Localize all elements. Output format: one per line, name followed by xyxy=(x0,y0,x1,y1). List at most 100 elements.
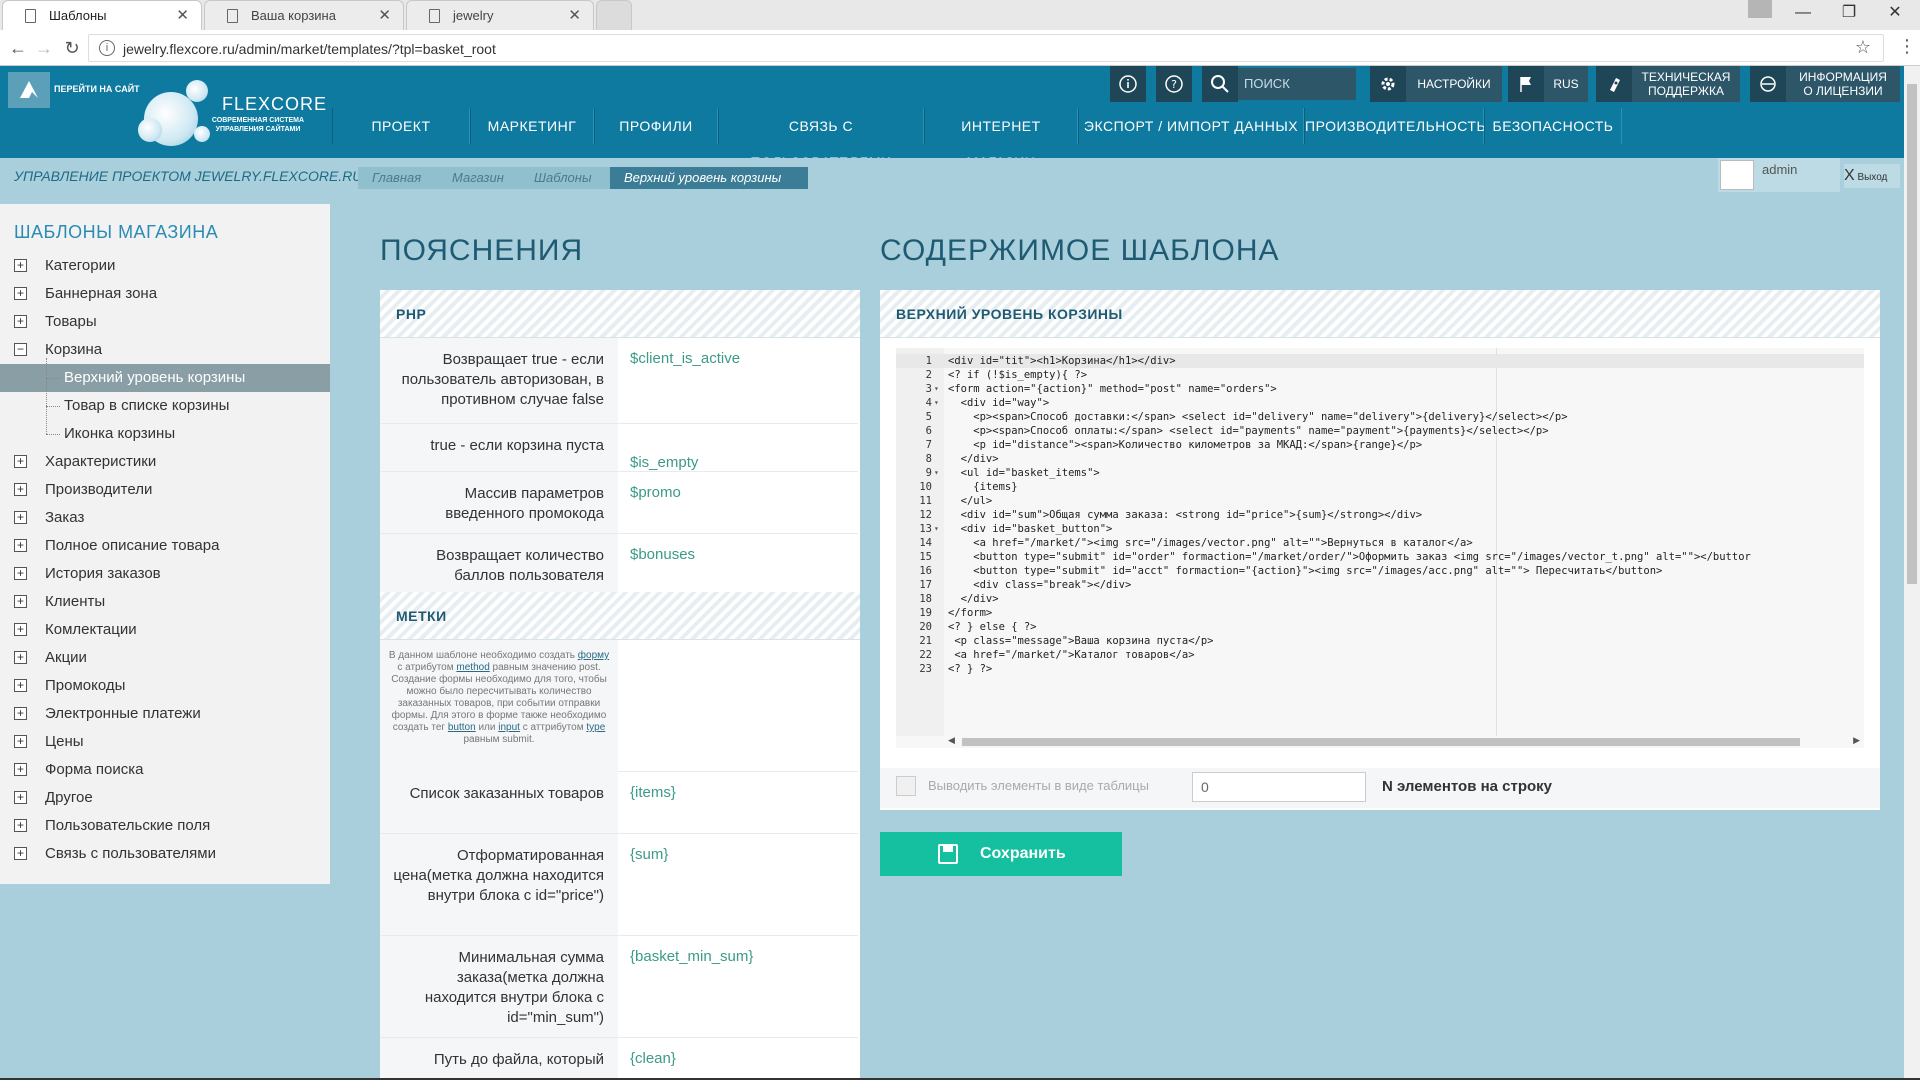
browser-tab-basket[interactable]: Ваша корзина ✕ xyxy=(204,0,404,30)
license-button[interactable]: ИНФОРМАЦИЯ О ЛИЦЕНЗИИ xyxy=(1786,66,1900,102)
fold-arrow-icon[interactable]: ▾ xyxy=(934,522,939,536)
scroll-right-icon[interactable]: ▶ xyxy=(1853,735,1860,746)
sidebar-item[interactable]: + Категории xyxy=(0,252,330,280)
language-button[interactable]: RUS xyxy=(1544,66,1588,102)
expand-icon[interactable]: + xyxy=(14,651,27,664)
table-view-checkbox[interactable] xyxy=(896,776,916,796)
expand-icon[interactable]: + xyxy=(14,847,27,860)
collapse-icon[interactable]: − xyxy=(14,343,27,356)
search-button[interactable] xyxy=(1202,66,1238,102)
logout-button[interactable]: X Выход xyxy=(1844,164,1900,188)
fold-arrow-icon[interactable]: ▾ xyxy=(934,396,939,410)
project-title[interactable]: УПРАВЛЕНИЕ ПРОЕКТОМ JEWELRY.FLEXCORE.RU xyxy=(14,168,362,184)
sidebar-item[interactable]: Верхний уровень корзины xyxy=(0,364,330,392)
sidebar-item[interactable]: + Баннерная зона xyxy=(0,280,330,308)
scrollbar-thumb[interactable] xyxy=(962,738,1800,746)
user-profile-icon[interactable] xyxy=(1748,0,1772,18)
expand-icon[interactable]: + xyxy=(14,315,27,328)
help-button[interactable]: ? xyxy=(1156,66,1192,102)
close-tab-icon[interactable]: ✕ xyxy=(568,1,581,31)
info-icon[interactable]: i xyxy=(99,40,115,56)
forward-icon[interactable]: → xyxy=(32,36,56,60)
expand-icon[interactable]: + xyxy=(14,679,27,692)
menu-item-profiles[interactable]: ПРОФИЛИ xyxy=(594,108,718,144)
license-icon-button[interactable] xyxy=(1750,66,1786,102)
expand-icon[interactable]: + xyxy=(14,791,27,804)
expand-icon[interactable]: + xyxy=(14,707,27,720)
settings-button[interactable]: НАСТРОЙКИ xyxy=(1406,66,1502,102)
browser-tab-jewelry[interactable]: jewelry ✕ xyxy=(406,0,594,30)
sidebar-item[interactable]: + Заказ xyxy=(0,504,330,532)
menu-item-security[interactable]: БЕЗОПАСНОСТЬ xyxy=(1484,108,1622,144)
browser-menu-icon[interactable]: ⋮ xyxy=(1898,36,1916,57)
support-button[interactable]: ТЕХНИЧЕСКАЯ ПОДДЕРЖКА xyxy=(1632,66,1740,102)
sidebar-item[interactable]: + Пользовательские поля xyxy=(0,812,330,840)
sidebar-item[interactable]: + Цены xyxy=(0,728,330,756)
save-button[interactable]: Сохранить xyxy=(880,832,1122,876)
breadcrumb-shop[interactable]: Магазин xyxy=(438,167,528,189)
close-window-icon[interactable]: ✕ xyxy=(1872,0,1918,28)
expand-icon[interactable]: + xyxy=(14,455,27,468)
sidebar-item[interactable]: + Характеристики xyxy=(0,448,330,476)
menu-item-marketing[interactable]: МАРКЕТИНГ xyxy=(470,108,594,144)
expand-icon[interactable]: + xyxy=(14,735,27,748)
language-flag-button[interactable] xyxy=(1508,66,1544,102)
menu-item-export-import[interactable]: ЭКСПОРТ / ИМПОРТ ДАННЫХ xyxy=(1078,108,1304,144)
scroll-left-icon[interactable]: ◀ xyxy=(948,735,955,746)
close-tab-icon[interactable]: ✕ xyxy=(176,1,189,31)
expand-icon[interactable]: + xyxy=(14,539,27,552)
expand-icon[interactable]: + xyxy=(14,483,27,496)
expand-icon[interactable]: + xyxy=(14,623,27,636)
sidebar-item[interactable]: + Клиенты xyxy=(0,588,330,616)
close-tab-icon[interactable]: ✕ xyxy=(378,1,391,31)
sidebar-item[interactable]: + Другое xyxy=(0,784,330,812)
breadcrumb-templates[interactable]: Шаблоны xyxy=(520,167,616,189)
expand-icon[interactable]: + xyxy=(14,819,27,832)
sidebar-item[interactable]: Товар в списке корзины xyxy=(0,392,330,420)
back-icon[interactable]: ← xyxy=(6,36,30,60)
sidebar-item[interactable]: + Связь с пользователями xyxy=(0,840,330,868)
code-editor[interactable]: 1 <div id="tit"><h1>Корзина</h1></div> 2 <?… xyxy=(896,348,1864,748)
menu-item-user-communication[interactable]: СВЯЗЬ С ПОЛЬЗОВАТЕЛЯМИ xyxy=(718,108,924,170)
search-input[interactable]: ПОИСК xyxy=(1238,68,1356,100)
sidebar-item[interactable]: + Промокоды xyxy=(0,672,330,700)
sidebar-item[interactable]: Иконка корзины xyxy=(0,420,330,448)
support-icon-button[interactable] xyxy=(1596,66,1632,102)
page-scrollbar[interactable] xyxy=(1904,66,1920,1080)
settings-icon-button[interactable] xyxy=(1370,66,1406,102)
fold-arrow-icon[interactable]: ▾ xyxy=(934,466,939,480)
maximize-icon[interactable]: ❐ xyxy=(1826,0,1872,28)
admin-user-box[interactable]: admin xyxy=(1718,158,1840,192)
minimize-icon[interactable]: — xyxy=(1780,0,1826,28)
items-per-row-input[interactable]: 0 xyxy=(1192,772,1366,802)
sidebar-item[interactable]: − Корзина xyxy=(0,336,330,364)
sidebar-item[interactable]: + Акции xyxy=(0,644,330,672)
menu-item-project[interactable]: ПРОЕКТ xyxy=(332,108,470,144)
expand-icon[interactable]: + xyxy=(14,595,27,608)
sidebar-item[interactable]: + Форма поиска xyxy=(0,756,330,784)
expand-icon[interactable]: + xyxy=(14,763,27,776)
sidebar-item[interactable]: + История заказов xyxy=(0,560,330,588)
expand-icon[interactable]: + xyxy=(14,511,27,524)
expand-icon[interactable]: + xyxy=(14,259,27,272)
sidebar-item[interactable]: + Производители xyxy=(0,476,330,504)
info-button[interactable] xyxy=(1110,66,1146,102)
new-tab-button[interactable] xyxy=(596,0,632,30)
breadcrumb-home[interactable]: Главная xyxy=(358,167,446,189)
page-scrollbar-thumb[interactable] xyxy=(1907,84,1917,584)
url-field[interactable]: i jewelry.flexcore.ru/admin/market/templ… xyxy=(88,34,1884,62)
menu-item-performance[interactable]: ПРОИЗВОДИТЕЛЬНОСТЬ xyxy=(1304,108,1486,144)
sidebar-item[interactable]: + Комлектации xyxy=(0,616,330,644)
expand-icon[interactable]: + xyxy=(14,567,27,580)
sidebar-item[interactable]: + Электронные платежи xyxy=(0,700,330,728)
browser-tab-templates[interactable]: Шаблоны ✕ xyxy=(2,0,202,30)
expand-icon[interactable]: + xyxy=(14,287,27,300)
sidebar-item[interactable]: + Товары xyxy=(0,308,330,336)
sidebar-item[interactable]: + Полное описание товара xyxy=(0,532,330,560)
fold-arrow-icon[interactable]: ▾ xyxy=(934,382,939,396)
horizontal-scrollbar[interactable]: ◀ ▶ xyxy=(948,735,1860,748)
reload-icon[interactable]: ↻ xyxy=(60,36,84,60)
go-to-site-label[interactable]: ПЕРЕЙТИ НА САЙТ xyxy=(54,84,140,94)
menu-item-e-shop[interactable]: ИНТЕРНЕТ МАГАЗИН xyxy=(924,108,1078,170)
bookmark-star-icon[interactable]: ☆ xyxy=(1855,37,1871,58)
